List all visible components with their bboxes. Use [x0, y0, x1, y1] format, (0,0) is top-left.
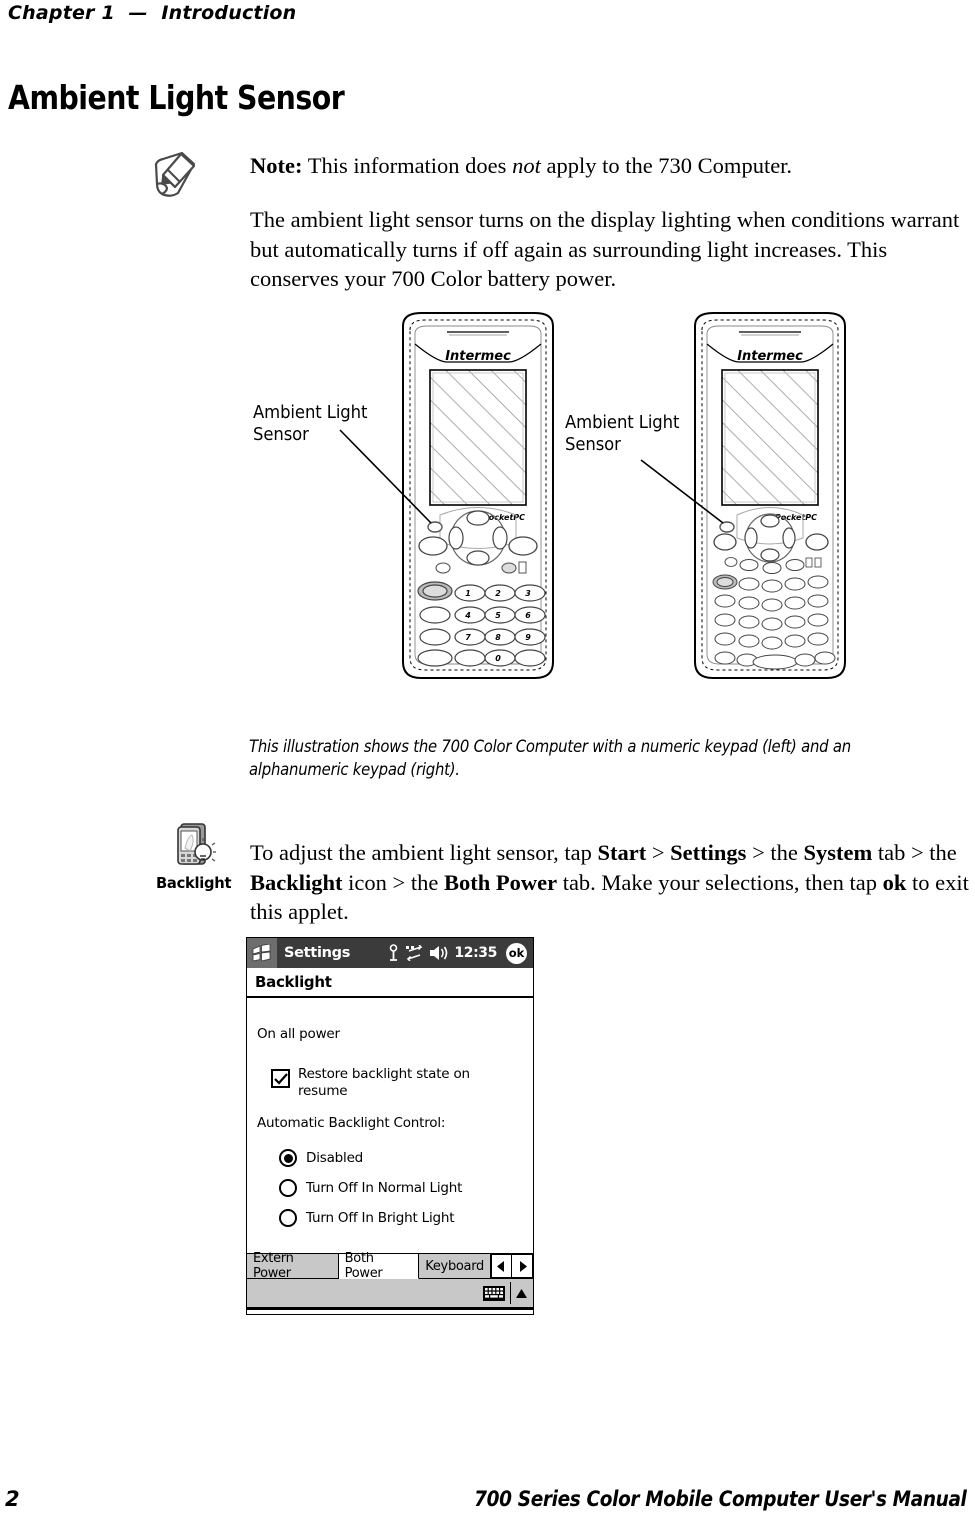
checkmark-icon	[273, 1072, 288, 1085]
svg-text:6: 6	[525, 611, 531, 620]
ppc-app-title: Settings	[284, 945, 351, 961]
svg-text:Intermec: Intermec	[737, 349, 803, 364]
callout-label-right: Ambient Light Sensor	[565, 413, 680, 455]
instruction-text: icon > the	[342, 869, 444, 895]
svg-text:9: 9	[525, 633, 531, 642]
svg-text:0: 0	[495, 654, 501, 663]
svg-text:7: 7	[465, 633, 471, 642]
instruction-emphasis: Start	[597, 840, 647, 865]
ppc-radio-label: Disabled	[306, 1150, 364, 1166]
page-title: Ambient Light Sensor	[8, 78, 345, 117]
ppc-radio-bright-light[interactable]	[279, 1209, 297, 1227]
device-illustration: Ambient Light Sensor Ambient Light Senso…	[245, 310, 865, 700]
svg-text:1: 1	[465, 589, 471, 598]
backlight-applet-icon-label: Backlight	[156, 874, 232, 892]
instruction-text: To adjust the ambient light sensor, tap	[250, 840, 598, 865]
ppc-radio-row[interactable]: Turn Off In Bright Light	[279, 1203, 462, 1233]
instruction-emphasis: Settings	[670, 840, 747, 865]
ppc-tab-scroll-right-icon[interactable]	[512, 1254, 533, 1278]
instruction-text: >	[646, 840, 671, 865]
ppc-tab-extern-power[interactable]: Extern Power	[247, 1251, 339, 1281]
svg-text:4: 4	[464, 611, 471, 620]
svg-text:PocketPC: PocketPC	[775, 513, 817, 522]
sip-up-arrow-icon[interactable]	[516, 1288, 527, 1298]
ppc-tab-both-power[interactable]: Both Power	[338, 1251, 420, 1281]
pocketpc-screenshot: Settings 12:35 ok Backlight On all power	[246, 937, 534, 1315]
ppc-section-label: On all power	[257, 1026, 340, 1042]
windows-flag-icon[interactable]	[247, 938, 277, 968]
ppc-clock: 12:35	[454, 945, 497, 961]
backlight-applet-icon	[177, 823, 216, 865]
ppc-restore-checkbox-label: Restore backlight state on resume	[298, 1066, 470, 1099]
note-lead: Note:	[250, 153, 303, 178]
ppc-radio-label: Turn Off In Normal Light	[306, 1180, 463, 1196]
ppc-radio-row[interactable]: Turn Off In Normal Light	[279, 1173, 462, 1203]
note-emphasis: not	[512, 153, 541, 178]
note-text: Note: This information does not apply to…	[250, 150, 960, 181]
instruction-emphasis: Both Power	[443, 869, 558, 895]
svg-text:8: 8	[495, 633, 501, 642]
footer-page-number: 2	[5, 1487, 20, 1511]
instruction-text: > the	[746, 840, 804, 865]
ppc-restore-checkbox[interactable]	[271, 1069, 290, 1088]
svg-text:Intermec: Intermec	[445, 349, 511, 364]
ppc-titlebar: Settings 12:35 ok	[247, 938, 533, 968]
ppc-radio-normal-light[interactable]	[279, 1179, 297, 1197]
ppc-ok-button[interactable]: ok	[506, 942, 527, 964]
ppc-status-tray: 12:35 ok	[387, 942, 529, 964]
callout-label-left: Ambient Light Sensor	[253, 403, 368, 445]
running-head: Chapter 1 — Introduction	[8, 2, 297, 24]
illustration-caption: This illustration shows the 700 Color Co…	[249, 737, 851, 779]
antenna-icon[interactable]	[387, 944, 400, 962]
ppc-tab-bar: Extern Power Both Power Keyboard	[247, 1251, 533, 1281]
note-text-before: This information does	[302, 153, 513, 178]
instruction-emphasis: ok	[882, 869, 907, 895]
ppc-radio-disabled[interactable]	[279, 1149, 297, 1167]
instruction-emphasis: System	[803, 840, 873, 865]
keyboard-icon[interactable]	[483, 1285, 505, 1302]
ppc-status-bar	[247, 1279, 533, 1310]
svg-text:2: 2	[495, 589, 501, 598]
ppc-tab-keyboard[interactable]: Keyboard	[419, 1254, 491, 1279]
instruction-text: tab > the	[872, 840, 957, 865]
applet-instruction-paragraph: To adjust the ambient light sensor, tap …	[250, 838, 972, 927]
ppc-body: On all power Restore backlight state on …	[247, 998, 533, 1248]
ppc-radio-row[interactable]: Disabled	[279, 1143, 462, 1173]
note-pencil-icon	[154, 151, 196, 197]
body-paragraph: The ambient light sensor turns on the di…	[250, 207, 960, 291]
ppc-page-header: Backlight	[247, 968, 533, 998]
ppc-radio-group: Disabled Turn Off In Normal Light Turn O…	[279, 1143, 462, 1233]
ppc-sip-separator	[510, 1282, 511, 1304]
network-connection-icon[interactable]	[406, 945, 423, 961]
instruction-text: tab. Make your selections, then tap	[557, 869, 883, 895]
ppc-radio-label: Turn Off In Bright Light	[306, 1210, 455, 1226]
instruction-emphasis: Backlight	[250, 869, 343, 895]
backlight-applet-icon-group: Backlight	[146, 822, 242, 893]
speaker-volume-icon[interactable]	[429, 945, 448, 961]
ppc-group-label: Automatic Backlight Control:	[257, 1115, 446, 1131]
illustration-svg: Intermec PocketPC 1 2 3 4 5 6 7 8 9 0 In…	[339, 312, 846, 679]
footer-manual-title: 700 Series Color Mobile Computer User's …	[474, 1487, 968, 1511]
ppc-tab-scroll-arrows	[491, 1254, 533, 1279]
svg-text:3: 3	[525, 589, 531, 598]
radio-dot-icon	[283, 1153, 293, 1163]
ppc-restore-checkbox-row[interactable]: Restore backlight state on resume	[271, 1066, 483, 1100]
ppc-tab-scroll-left-icon[interactable]	[491, 1254, 512, 1278]
note-text-after: apply to the 730 Computer.	[540, 153, 793, 178]
svg-text:5: 5	[495, 611, 501, 620]
